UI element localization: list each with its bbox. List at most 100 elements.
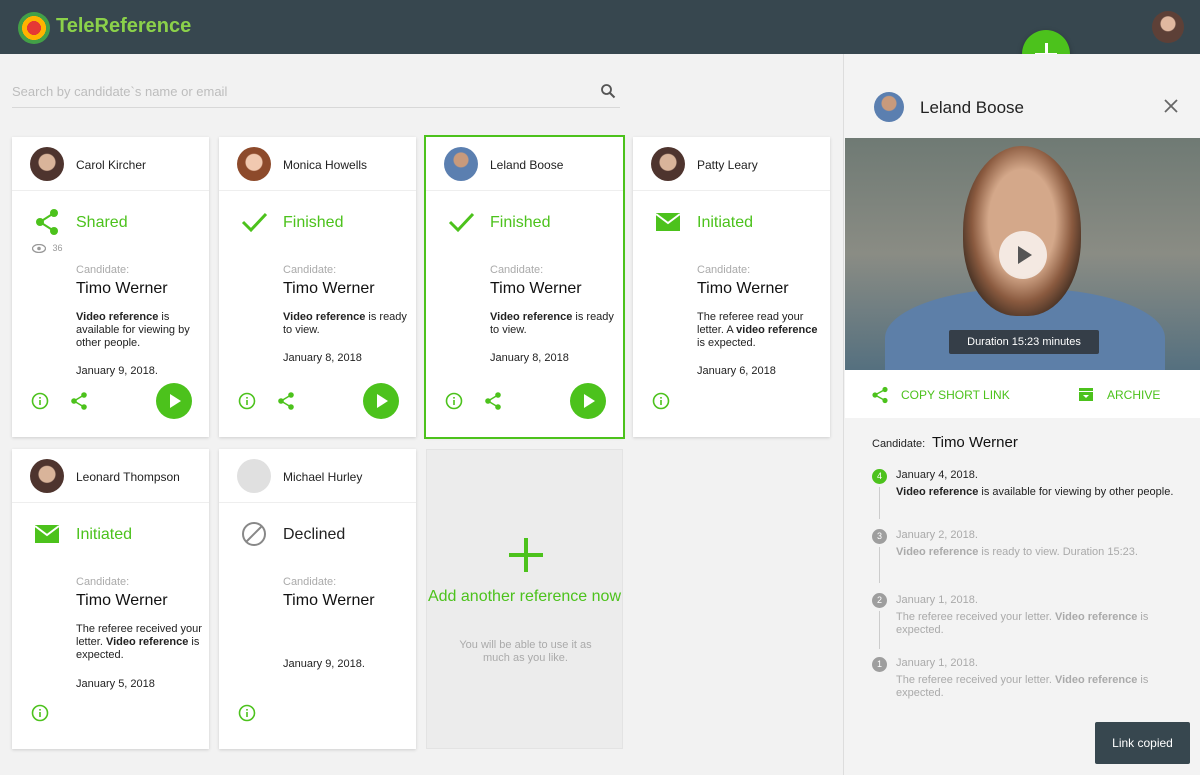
timeline-text: The referee received your letter. Video … (896, 611, 1176, 637)
card-header: Leland Boose (426, 137, 623, 191)
play-button[interactable] (363, 383, 399, 419)
avatar (874, 92, 904, 122)
candidate-label: Candidate: (76, 264, 130, 276)
user-avatar[interactable] (1152, 11, 1184, 43)
envelope-icon (655, 213, 681, 231)
reference-card[interactable]: Patty Leary Initiated Candidate: Timo We… (633, 137, 830, 437)
avatar (237, 459, 271, 493)
referee-name: Michael Hurley (283, 470, 363, 484)
candidate-name: Timo Werner (76, 280, 168, 297)
add-reference-card[interactable]: Add another reference now You will be ab… (426, 449, 623, 749)
share-icon[interactable] (871, 386, 889, 404)
add-reference-subtitle: You will be able to use it as much as yo… (459, 639, 592, 664)
card-header: Leonard Thompson (12, 449, 209, 503)
timeline-bold: Video reference (1054, 611, 1138, 623)
status-description: Video reference is ready to view. (490, 311, 618, 337)
copy-short-link-button[interactable]: COPY SHORT LINK (901, 388, 1010, 402)
reference-card-selected[interactable]: Leland Boose Finished Candidate: Timo We… (424, 135, 625, 439)
desc-bold: Video reference (105, 636, 189, 648)
archive-icon[interactable] (1078, 386, 1094, 402)
referee-name: Monica Howells (283, 158, 368, 172)
referee-name: Carol Kircher (76, 158, 147, 172)
app-title: TeleReference (56, 15, 192, 37)
status-description: The referee read your letter. A video re… (697, 311, 825, 350)
close-icon[interactable] (1164, 99, 1178, 113)
checkmark-icon (448, 212, 475, 233)
share-icon[interactable] (276, 391, 296, 411)
reference-card[interactable]: Leonard Thompson Initiated Candidate: Ti… (12, 449, 209, 749)
status-date: January 8, 2018 (283, 352, 362, 364)
archive-button[interactable]: ARCHIVE (1107, 388, 1160, 402)
card-header: Carol Kircher (12, 137, 209, 191)
timeline-step-number: 2 (872, 593, 887, 608)
desc-bold: Video reference (490, 311, 573, 323)
timeline-step-number: 4 (872, 469, 887, 484)
reference-card[interactable]: Michael Hurley Declined Candidate: Timo … (219, 449, 416, 749)
reference-card[interactable]: Monica Howells Finished Candidate: Timo … (219, 137, 416, 437)
candidate-label: Candidate: (76, 576, 130, 588)
candidate-label: Candidate: (490, 264, 544, 276)
status-label: Initiated (76, 526, 133, 543)
candidate-label: Candidate: (872, 438, 926, 450)
status-label: Initiated (697, 214, 754, 231)
info-icon[interactable] (238, 704, 256, 722)
play-button[interactable] (570, 383, 606, 419)
card-header: Patty Leary (633, 137, 830, 191)
desc-bold: video reference (736, 324, 818, 336)
status-label: Finished (490, 214, 551, 231)
panel-header: Leland Boose (844, 54, 1200, 138)
status-date: January 8, 2018 (490, 352, 569, 364)
panel-referee-name: Leland Boose (920, 98, 1024, 117)
play-button[interactable] (156, 383, 192, 419)
timeline-connector (879, 487, 880, 519)
add-reference-title: Add another reference now (427, 588, 621, 605)
plus-icon (509, 538, 543, 572)
video-play-button[interactable] (999, 231, 1047, 279)
desc-bold: Video reference (283, 311, 366, 323)
desc-bold: Video reference (76, 311, 159, 323)
search-field[interactable]: Search by candidate`s name or email (12, 76, 620, 108)
reference-card[interactable]: Carol Kircher Shared 36 Candidate: Timo … (12, 137, 209, 437)
share-icon[interactable] (483, 391, 503, 411)
timeline-date: January 1, 2018. (896, 657, 978, 669)
candidate-label: Candidate: (283, 264, 337, 276)
search-icon[interactable] (600, 83, 616, 99)
timeline-text: The referee received your letter. Video … (896, 674, 1176, 700)
avatar (30, 459, 64, 493)
status-label: Shared (76, 214, 128, 231)
view-count-value: 36 (52, 243, 63, 253)
status-date: January 6, 2018 (697, 365, 776, 377)
timeline-date: January 1, 2018. (896, 594, 978, 606)
timeline-step-number: 1 (872, 657, 887, 672)
info-icon[interactable] (31, 704, 49, 722)
timeline-text-rest: is available for viewing by other people… (978, 486, 1174, 498)
candidate-name: Timo Werner (932, 434, 1018, 451)
share-icon[interactable] (69, 391, 89, 411)
info-icon[interactable] (31, 392, 49, 410)
search-input[interactable]: Search by candidate`s name or email (12, 84, 227, 99)
timeline-bold: Video reference (1054, 674, 1138, 686)
envelope-icon (34, 525, 60, 543)
video-player[interactable]: Duration 15:23 minutes (845, 138, 1200, 370)
status-description: The referee received your letter. Video … (76, 623, 204, 662)
view-count: 36 (31, 243, 63, 254)
timeline-connector (879, 547, 880, 583)
candidate-name: Timo Werner (490, 280, 582, 297)
referee-name: Patty Leary (697, 158, 758, 172)
eye-icon (31, 243, 47, 254)
top-bar: TeleReference (0, 0, 1200, 54)
timeline-step-number: 3 (872, 529, 887, 544)
candidate-name: Timo Werner (283, 280, 375, 297)
card-header: Monica Howells (219, 137, 416, 191)
timeline-text-rest: is ready to view. Duration 15:23. (978, 546, 1138, 558)
info-icon[interactable] (652, 392, 670, 410)
status-date: January 5, 2018 (76, 678, 155, 690)
info-icon[interactable] (238, 392, 256, 410)
info-icon[interactable] (445, 392, 463, 410)
timeline-bold: Video reference (896, 546, 979, 558)
referee-name: Leland Boose (490, 158, 564, 172)
avatar (30, 147, 64, 181)
video-duration: Duration 15:23 minutes (949, 330, 1099, 354)
timeline-date: January 2, 2018. (896, 529, 978, 541)
status-label: Finished (283, 214, 344, 231)
